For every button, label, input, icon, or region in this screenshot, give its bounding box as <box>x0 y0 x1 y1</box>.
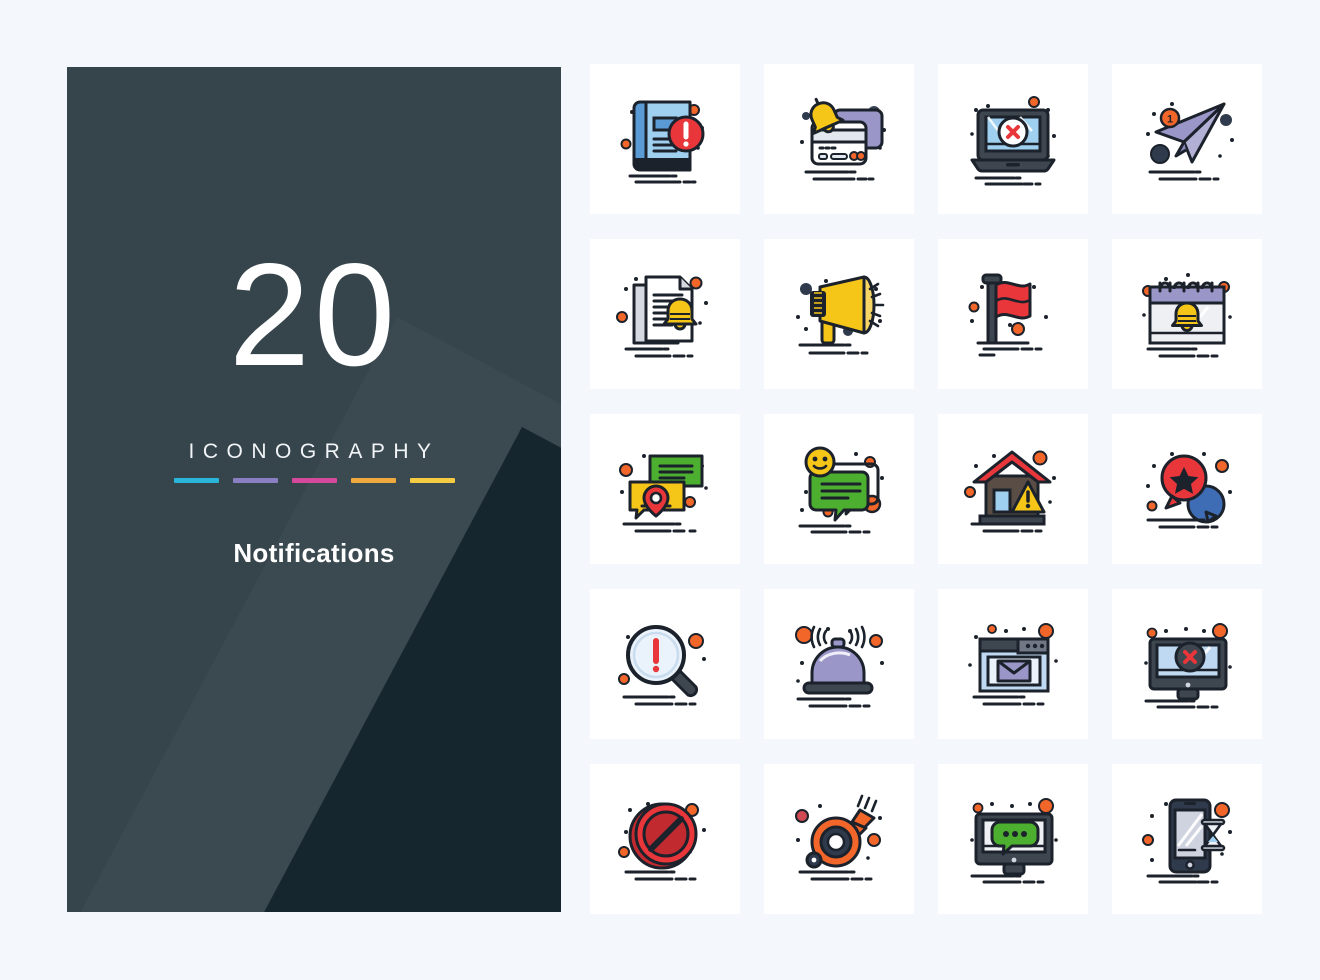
accent-rule-2 <box>232 478 278 483</box>
icon-card-phone-hourglass[interactable] <box>1112 764 1262 914</box>
accent-rule-5 <box>409 478 455 483</box>
icon-count: 20 <box>228 233 400 396</box>
poster-root: 20 ICONOGRAPHY Notifications 1 <box>0 0 1320 980</box>
red-flag-icon <box>968 273 1048 357</box>
icon-card-megaphone[interactable] <box>764 239 914 389</box>
book-with-alert-icon <box>620 100 705 184</box>
icon-card-block[interactable] <box>590 764 740 914</box>
icon-card-monitor-error[interactable] <box>1112 589 1262 739</box>
accent-rule-1 <box>173 478 219 483</box>
icon-card-monitor-chat[interactable] <box>938 764 1088 914</box>
icon-card-service-bell[interactable] <box>764 589 914 739</box>
icon-card-search-alert[interactable] <box>590 589 740 739</box>
monitor-chat-icon <box>970 798 1058 884</box>
megaphone-icon <box>796 275 885 355</box>
laptop-error-icon <box>970 96 1056 186</box>
icon-card-chat-smiley[interactable] <box>764 414 914 564</box>
chat-smiley-icon <box>798 446 884 534</box>
icon-card-browser-mail[interactable] <box>938 589 1088 739</box>
icon-card-chat-star[interactable] <box>1112 414 1262 564</box>
magnifier-alert-icon <box>618 625 706 706</box>
accent-rule-group <box>173 478 455 483</box>
service-bell-icon <box>795 625 884 708</box>
browser-email-icon <box>968 623 1058 706</box>
credit-card-bell-icon <box>800 97 886 181</box>
calendar-bell-icon <box>1142 273 1232 358</box>
accent-rule-4 <box>350 478 396 483</box>
cover-panel: 20 ICONOGRAPHY Notifications <box>67 67 561 912</box>
whistle-icon <box>795 794 882 881</box>
brand-title: ICONOGRAPHY <box>188 440 440 463</box>
icon-card-house-warning[interactable] <box>938 414 1088 564</box>
icon-card-calendar-bell[interactable] <box>1112 239 1262 389</box>
icon-card-book-alert[interactable] <box>590 64 740 214</box>
block-prohibited-icon <box>618 802 706 881</box>
icon-card-paper-plane-badge[interactable]: 1 <box>1112 64 1262 214</box>
document-bell-icon <box>616 275 708 358</box>
icon-card-whistle[interactable] <box>764 764 914 914</box>
icon-grid: 1 <box>590 64 1280 914</box>
icon-card-document-bell[interactable] <box>590 239 740 389</box>
cover-subject: Notifications <box>233 538 395 568</box>
icon-card-chat-location[interactable] <box>590 414 740 564</box>
smartphone-hourglass-icon <box>1142 798 1232 884</box>
icon-card-card-bell[interactable] <box>764 64 914 214</box>
house-warning-icon <box>964 450 1056 533</box>
accent-rule-3 <box>291 478 337 483</box>
plane-badge-count: 1 <box>1167 114 1173 126</box>
monitor-error-icon <box>1144 623 1232 709</box>
icon-card-flag[interactable] <box>938 239 1088 389</box>
chat-star-icon <box>1146 452 1232 529</box>
icon-card-laptop-error[interactable] <box>938 64 1088 214</box>
chat-location-pin-icon <box>619 454 708 533</box>
paper-plane-badge-icon: 1 <box>1146 102 1234 181</box>
